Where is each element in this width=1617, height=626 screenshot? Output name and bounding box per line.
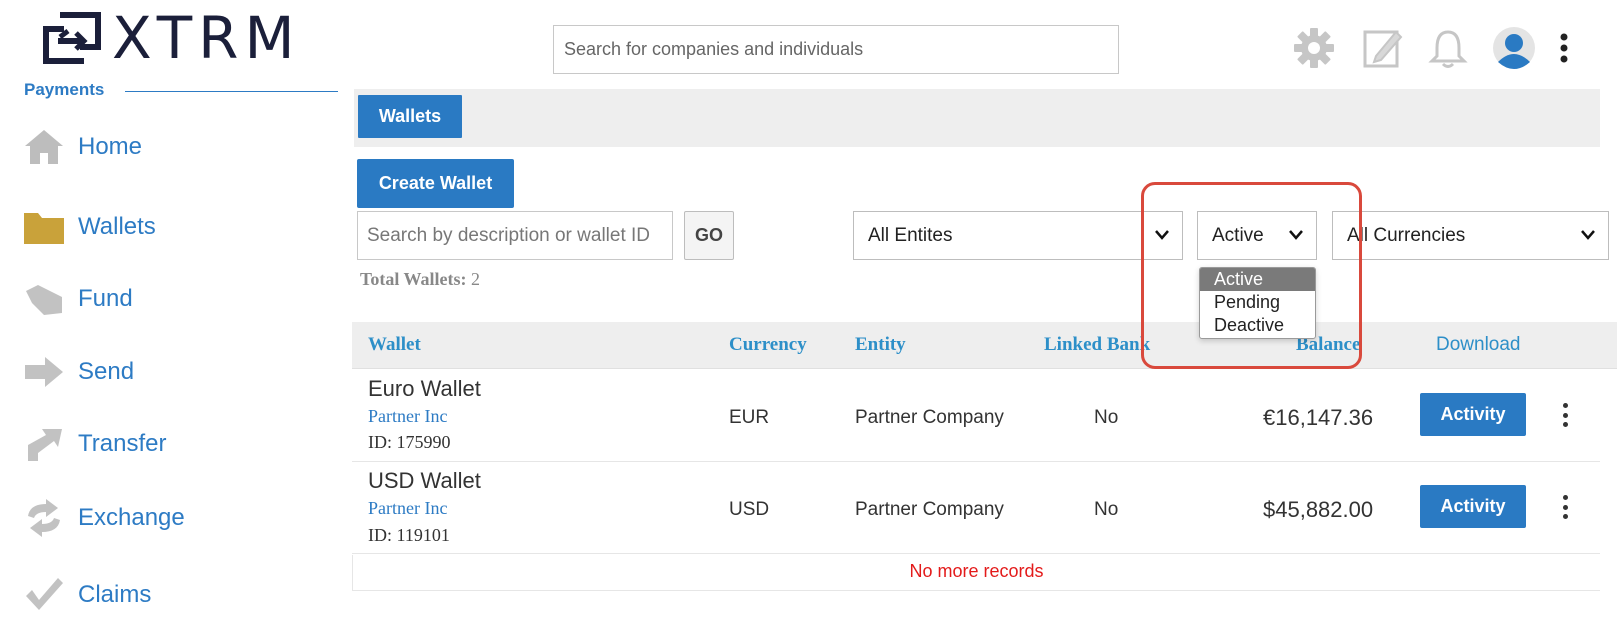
col-header-wallet[interactable]: Wallet (368, 334, 421, 356)
wallet-currency: EUR (729, 407, 770, 428)
wallet-linked-bank: No (1094, 499, 1119, 520)
logo-text: XTRM (112, 4, 301, 72)
col-header-linked-bank[interactable]: Linked Bank (1044, 334, 1150, 356)
wallet-balance: €16,147.36 (1263, 405, 1374, 430)
wallet-id: ID: 119101 (368, 525, 450, 545)
chevron-down-icon (1289, 230, 1303, 240)
sidebar-item-fund[interactable]: Fund (22, 275, 133, 323)
wallet-owner-link[interactable]: Partner Inc (368, 498, 447, 519)
table-header (352, 322, 1617, 369)
sidebar-item-label: Wallets (78, 213, 156, 240)
activity-button[interactable]: Activity (1420, 393, 1526, 436)
go-button[interactable]: GO (684, 211, 734, 260)
home-icon (22, 125, 66, 169)
col-header-entity[interactable]: Entity (855, 334, 906, 356)
transfer-arrow-icon (22, 422, 66, 466)
folder-icon (22, 205, 66, 249)
sidebar-section-title: Payments (24, 80, 105, 99)
total-wallets-label: Total Wallets: (360, 269, 467, 289)
chevron-down-icon (1581, 230, 1595, 240)
tab-bar (354, 89, 1600, 147)
status-option-active[interactable]: Active (1200, 268, 1315, 291)
send-arrow-icon (22, 350, 66, 394)
sidebar-item-wallets[interactable]: Wallets (22, 203, 156, 251)
xtrm-logo[interactable]: XTRM (40, 8, 300, 68)
activity-button[interactable]: Activity (1420, 485, 1526, 528)
wallet-owner-link[interactable]: Partner Inc (368, 406, 447, 427)
table-row: Euro Wallet Partner Inc ID: 175990 EUR P… (352, 370, 1600, 462)
tab-wallets[interactable]: Wallets (358, 95, 462, 138)
checkmark-icon (22, 573, 66, 617)
status-filter-select[interactable]: Active (1197, 211, 1317, 260)
fund-icon (22, 277, 66, 321)
status-dropdown-list: Active Pending Deactive (1199, 267, 1316, 339)
sidebar-item-send[interactable]: Send (22, 348, 134, 396)
row-more-icon[interactable] (1555, 492, 1575, 522)
sidebar-item-claims[interactable]: Claims (22, 571, 151, 619)
row-more-icon[interactable] (1555, 400, 1575, 430)
wallet-name: USD Wallet (368, 468, 481, 493)
sidebar-item-label: Fund (78, 285, 133, 312)
currency-filter-value: All Currencies (1347, 224, 1466, 246)
bell-icon[interactable] (1424, 24, 1472, 72)
total-wallets-value: 2 (471, 269, 481, 289)
wallet-entity: Partner Company (855, 407, 1004, 428)
edit-icon[interactable] (1358, 24, 1406, 72)
wallet-entity: Partner Company (855, 499, 1004, 520)
global-search-input[interactable] (553, 25, 1119, 74)
section-divider (125, 91, 338, 92)
logo-mark-icon (43, 12, 101, 64)
currency-filter-select[interactable]: All Currencies (1332, 211, 1609, 260)
wallet-id: ID: 175990 (368, 432, 451, 452)
wallet-search-input[interactable] (357, 211, 673, 260)
sidebar-item-transfer[interactable]: Transfer (22, 420, 166, 468)
entity-filter-value: All Entites (868, 224, 953, 246)
status-option-deactive[interactable]: Deactive (1200, 314, 1315, 337)
sidebar-item-home[interactable]: Home (22, 123, 142, 171)
sidebar-item-label: Claims (78, 581, 152, 608)
gear-icon[interactable] (1290, 24, 1338, 72)
status-option-pending[interactable]: Pending (1200, 291, 1315, 314)
wallet-linked-bank: No (1094, 407, 1119, 428)
col-header-currency[interactable]: Currency (729, 334, 807, 356)
sidebar-item-label: Send (78, 358, 135, 385)
table-row: USD Wallet Partner Inc ID: 119101 USD Pa… (352, 462, 1600, 554)
create-wallet-button[interactable]: Create Wallet (357, 159, 514, 208)
sidebar-item-label: Home (78, 133, 143, 160)
download-link[interactable]: Download (1436, 334, 1521, 356)
sidebar-item-exchange[interactable]: Exchange (22, 494, 185, 542)
sidebar-item-label: Exchange (78, 504, 185, 531)
table-footer: No more records (352, 555, 1600, 591)
chevron-down-icon (1155, 230, 1169, 240)
exchange-icon (22, 496, 66, 540)
wallet-balance: $45,882.00 (1263, 497, 1374, 522)
sidebar-item-label: Transfer (78, 430, 167, 457)
user-avatar-icon[interactable] (1490, 24, 1538, 72)
status-filter-value: Active (1212, 224, 1264, 246)
no-more-records: No more records (909, 561, 1044, 581)
entity-filter-select[interactable]: All Entites (853, 211, 1183, 260)
total-wallets: Total Wallets: 2 (360, 269, 480, 290)
wallet-currency: USD (729, 499, 770, 520)
wallet-name: Euro Wallet (368, 376, 481, 401)
more-vertical-icon[interactable] (1552, 24, 1576, 72)
